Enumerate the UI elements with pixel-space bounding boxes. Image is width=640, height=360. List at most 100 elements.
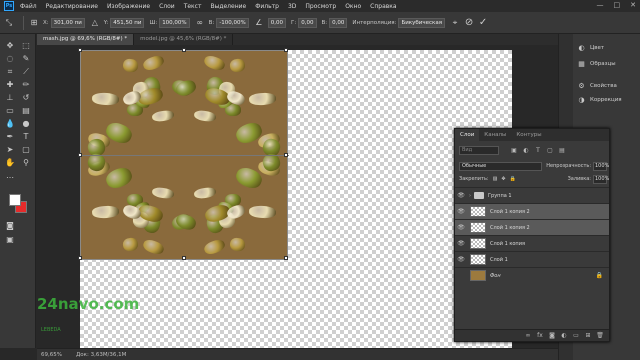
layer-row-background[interactable]: Фон 🔒 bbox=[455, 267, 609, 283]
delete-layer-icon[interactable]: 🗑 bbox=[595, 332, 605, 339]
blur-tool-icon[interactable]: 💧 bbox=[4, 118, 16, 129]
shape-tool-icon[interactable]: ▢ bbox=[20, 144, 32, 155]
opacity-field[interactable]: 100% bbox=[593, 161, 609, 171]
menu-image[interactable]: Изображение bbox=[107, 3, 150, 10]
menu-help[interactable]: Справка bbox=[370, 3, 396, 10]
warp-icon[interactable]: ⌖ bbox=[450, 18, 460, 28]
cancel-transform-icon[interactable]: ⊘ bbox=[464, 17, 474, 28]
brush-tool-icon[interactable]: ✏ bbox=[20, 79, 32, 90]
filter-pixel-icon[interactable]: ▣ bbox=[509, 146, 519, 155]
angle-field[interactable]: 0,00 bbox=[267, 17, 287, 28]
lock-pixels-icon[interactable]: ▨ bbox=[493, 176, 498, 182]
delta-icon[interactable]: △ bbox=[90, 18, 100, 28]
quick-select-tool-icon[interactable]: ✎ bbox=[20, 53, 32, 64]
add-mask-icon[interactable]: ◙ bbox=[547, 332, 557, 339]
tab-channels[interactable]: Каналы bbox=[479, 129, 511, 141]
height-field[interactable]: -100,00% bbox=[216, 17, 249, 28]
link-icon[interactable]: ∞ bbox=[195, 18, 205, 28]
transform-tool-icon[interactable]: ⤡ bbox=[4, 18, 14, 28]
move-tool-icon[interactable]: ✥ bbox=[4, 40, 16, 51]
lock-position-icon[interactable]: ✥ bbox=[501, 176, 505, 182]
layer-row[interactable]: 👁 Слой 1 копия 2 bbox=[455, 203, 609, 219]
zoom-level[interactable]: 69,65% bbox=[41, 352, 62, 358]
hand-tool-icon[interactable]: ✋ bbox=[4, 157, 16, 168]
new-group-icon[interactable]: ▭ bbox=[571, 332, 581, 339]
new-adjustment-icon[interactable]: ◐ bbox=[559, 332, 569, 339]
vskew-field[interactable]: 0,00 bbox=[329, 17, 348, 28]
x-position-field[interactable]: 301,00 пи bbox=[50, 17, 85, 28]
more-tools-icon[interactable]: ⋯ bbox=[4, 172, 16, 183]
fill-field[interactable]: 100% bbox=[593, 174, 609, 184]
quick-mask-icon[interactable]: ◙ bbox=[4, 220, 16, 231]
text-tool-icon[interactable]: T bbox=[20, 131, 32, 142]
history-brush-tool-icon[interactable]: ↺ bbox=[20, 92, 32, 103]
visibility-eye-icon[interactable]: 👁 bbox=[455, 224, 467, 231]
zoom-tool-icon[interactable]: ⚲ bbox=[20, 157, 32, 168]
tab-mash[interactable]: mash.jpg @ 69,6% (RGB/8#) * bbox=[37, 34, 135, 45]
tab-paths[interactable]: Контуры bbox=[511, 129, 546, 141]
filter-type-icon[interactable]: T bbox=[533, 146, 543, 155]
layer-kind-filter[interactable]: Вид bbox=[459, 146, 499, 155]
dock-color[interactable]: ◐ Цвет bbox=[573, 42, 640, 54]
visibility-eye-icon[interactable]: 👁 bbox=[455, 240, 467, 247]
lock-all-icon[interactable]: 🔒 bbox=[510, 176, 516, 182]
blend-row: Обычные Непрозрачность: 100% bbox=[459, 161, 609, 171]
foreground-color-swatch[interactable] bbox=[9, 194, 21, 206]
visibility-eye-icon[interactable]: 👁 bbox=[455, 208, 467, 215]
pen-tool-icon[interactable]: ✒ bbox=[4, 131, 16, 142]
gradient-tool-icon[interactable]: ▤ bbox=[20, 105, 32, 116]
path-select-tool-icon[interactable]: ➤ bbox=[4, 144, 16, 155]
eyedropper-tool-icon[interactable]: ⟋ bbox=[20, 66, 32, 77]
layer-row[interactable]: 👁 Слой 1 bbox=[455, 251, 609, 267]
blend-mode-select[interactable]: Обычные bbox=[459, 161, 543, 171]
width-field[interactable]: 100,00% bbox=[159, 17, 190, 28]
screen-mode-icon[interactable]: ▣ bbox=[4, 234, 16, 245]
dock-properties[interactable]: ⚙ Свойства bbox=[573, 80, 640, 92]
menu-file[interactable]: Файл bbox=[20, 3, 37, 10]
expand-arrow-icon[interactable]: › bbox=[469, 193, 471, 199]
dock-adjustments[interactable]: ◑ Коррекция bbox=[573, 94, 640, 106]
filter-adjust-icon[interactable]: ◐ bbox=[521, 146, 531, 155]
minimize-button[interactable]: — bbox=[597, 1, 604, 9]
menu-type[interactable]: Текст bbox=[184, 3, 202, 10]
filter-shape-icon[interactable]: ▢ bbox=[545, 146, 555, 155]
reference-point-icon[interactable]: ⊞ bbox=[29, 18, 39, 28]
menu-edit[interactable]: Редактирование bbox=[46, 3, 98, 10]
layer-thumbnail bbox=[470, 206, 486, 217]
layer-style-icon[interactable]: fx bbox=[535, 332, 545, 339]
new-layer-icon[interactable]: ⊞ bbox=[583, 332, 593, 339]
commit-transform-icon[interactable]: ✓ bbox=[478, 17, 488, 28]
layer-row[interactable]: 👁 Слой 1 копия bbox=[455, 235, 609, 251]
marquee-tool-icon[interactable]: ⬚ bbox=[20, 40, 32, 51]
interpolation-select[interactable]: Бикубическая bbox=[398, 17, 446, 28]
menu-3d[interactable]: 3D bbox=[288, 3, 296, 10]
menu-window[interactable]: Окно bbox=[345, 3, 361, 10]
dodge-tool-icon[interactable]: ● bbox=[20, 118, 32, 129]
menu-view[interactable]: Просмотр bbox=[305, 3, 336, 10]
visibility-eye-icon[interactable]: 👁 bbox=[455, 192, 467, 199]
tab-layers[interactable]: Слои bbox=[455, 129, 480, 141]
filter-smart-icon[interactable]: ▤ bbox=[557, 146, 567, 155]
layers-panel: Слои Каналы Контуры Вид ▣ ◐ T ▢ ▤ Обычны… bbox=[454, 128, 610, 342]
layer-row-group[interactable]: 👁 › Группа 1 bbox=[455, 187, 609, 203]
healing-tool-icon[interactable]: ✚ bbox=[4, 79, 16, 90]
tab-model[interactable]: model.jpg @ 45,6% (RGB/8#) * bbox=[134, 34, 234, 45]
fill-label: Заливка: bbox=[567, 176, 591, 182]
lasso-tool-icon[interactable]: ◌ bbox=[4, 53, 16, 64]
crop-tool-icon[interactable]: ⌗ bbox=[4, 66, 16, 77]
dock-swatches[interactable]: ▦ Образцы bbox=[573, 58, 640, 70]
document-canvas[interactable] bbox=[78, 48, 512, 348]
hskew-field[interactable]: 0,00 bbox=[298, 17, 317, 28]
menu-filter[interactable]: Фильтр bbox=[255, 3, 279, 10]
eraser-tool-icon[interactable]: ▭ bbox=[4, 105, 16, 116]
maximize-button[interactable]: □ bbox=[614, 1, 621, 9]
close-button[interactable]: ✕ bbox=[630, 1, 636, 9]
stamp-tool-icon[interactable]: ⊥ bbox=[4, 92, 16, 103]
mirrored-beans-image[interactable] bbox=[80, 50, 288, 260]
menu-layers[interactable]: Слои bbox=[159, 3, 175, 10]
layer-row[interactable]: 👁 Слой 1 копия 2 bbox=[455, 219, 609, 235]
visibility-eye-icon[interactable]: 👁 bbox=[455, 256, 467, 263]
link-layers-icon[interactable]: ∞ bbox=[523, 332, 533, 339]
y-position-field[interactable]: 451,50 пи bbox=[110, 17, 145, 28]
menu-select[interactable]: Выделение bbox=[210, 3, 246, 10]
